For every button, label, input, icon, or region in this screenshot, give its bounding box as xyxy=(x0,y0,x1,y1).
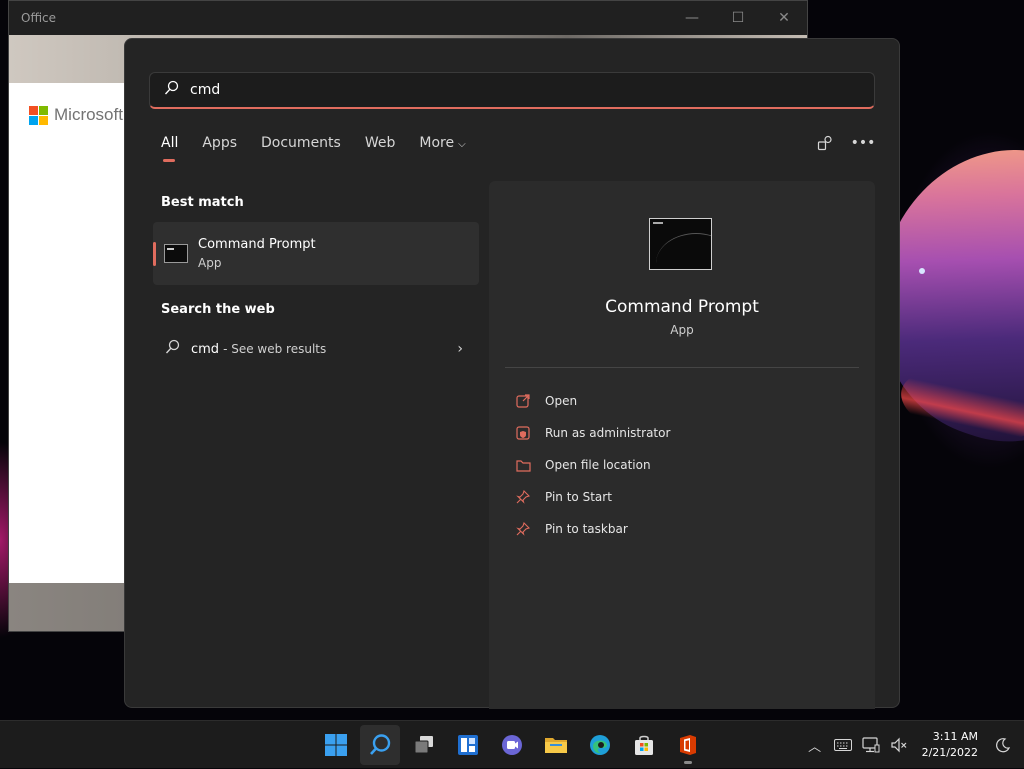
focus-assist-icon[interactable] xyxy=(992,734,1014,756)
tab-documents[interactable]: Documents xyxy=(261,135,341,151)
share-icon[interactable] xyxy=(817,135,833,151)
action-open[interactable]: Open xyxy=(515,385,670,417)
best-match-type: App xyxy=(198,256,222,270)
tab-all[interactable]: All xyxy=(161,135,178,162)
chevron-down-icon: ⌵ xyxy=(458,139,466,150)
folder-icon xyxy=(545,738,567,753)
action-pin-to-taskbar[interactable]: Pin to taskbar xyxy=(515,513,670,545)
store-button[interactable] xyxy=(624,725,664,765)
clock[interactable]: 3:11 AM 2/21/2022 xyxy=(922,729,978,761)
teams-chat-button[interactable] xyxy=(492,725,532,765)
minimize-icon[interactable]: — xyxy=(669,10,715,26)
network-icon[interactable] xyxy=(860,734,882,756)
open-icon xyxy=(515,393,531,409)
best-match-command-prompt[interactable]: Command Prompt App xyxy=(153,222,479,285)
microsoft-brand-text: Microsoft xyxy=(54,105,123,124)
action-pin-to-taskbar-label: Pin to taskbar xyxy=(545,522,628,536)
detail-pane: Command Prompt App Open Run as administr… xyxy=(489,181,875,709)
search-icon xyxy=(165,339,181,359)
tab-apps[interactable]: Apps xyxy=(202,135,237,151)
web-search-result[interactable]: cmd - See web results › xyxy=(153,329,479,369)
detail-app-name: Command Prompt xyxy=(605,297,759,317)
search-flyout: All Apps Documents Web More⌵ ••• Best ma… xyxy=(124,38,900,709)
search-input[interactable] xyxy=(190,82,874,98)
search-web-heading: Search the web xyxy=(161,302,275,317)
system-tray: ︿ 3:11 AM 2/21/2022 xyxy=(798,721,1024,769)
action-pin-to-start-label: Pin to Start xyxy=(545,490,612,504)
best-match-heading: Best match xyxy=(161,195,244,210)
action-open-file-location[interactable]: Open file location xyxy=(515,449,670,481)
detail-actions: Open Run as administrator Open file loca… xyxy=(515,385,670,545)
microsoft-logo: Microsoft xyxy=(29,105,123,125)
widgets-button[interactable] xyxy=(448,725,488,765)
office-icon xyxy=(680,735,696,755)
close-icon[interactable]: ✕ xyxy=(761,10,807,26)
clock-time: 3:11 AM xyxy=(932,730,978,743)
admin-shield-icon xyxy=(515,425,531,441)
search-tabs: All Apps Documents Web More ⌵ xyxy=(161,135,490,162)
task-view-button[interactable] xyxy=(404,725,444,765)
edge-button[interactable] xyxy=(580,725,620,765)
office-window-title: Office xyxy=(21,11,57,25)
file-explorer-button[interactable] xyxy=(536,725,576,765)
office-titlebar[interactable]: Office — ☐ ✕ xyxy=(9,1,807,35)
start-button[interactable] xyxy=(316,725,356,765)
tab-web[interactable]: Web xyxy=(365,135,396,151)
search-button[interactable] xyxy=(360,725,400,765)
edge-icon xyxy=(590,735,610,755)
action-open-file-location-label: Open file location xyxy=(545,458,651,472)
microsoft-logo-icon xyxy=(29,105,48,125)
search-icon xyxy=(164,80,180,100)
office-sidebar xyxy=(9,83,126,583)
divider xyxy=(505,367,859,368)
chat-icon xyxy=(502,735,522,755)
search-icon xyxy=(370,734,391,755)
search-top-icons: ••• xyxy=(817,135,876,151)
task-view-icon xyxy=(414,736,433,754)
maximize-icon[interactable]: ☐ xyxy=(715,10,761,26)
command-prompt-icon xyxy=(164,244,188,263)
volume-muted-icon[interactable] xyxy=(888,734,910,756)
folder-icon xyxy=(515,457,531,473)
windows-icon xyxy=(325,734,347,756)
action-run-as-admin[interactable]: Run as administrator xyxy=(515,417,670,449)
best-match-name: Command Prompt xyxy=(198,237,316,252)
action-open-label: Open xyxy=(545,394,578,408)
search-box[interactable] xyxy=(149,72,875,109)
pin-icon xyxy=(515,489,531,505)
chevron-up-icon[interactable]: ︿ xyxy=(804,734,826,756)
keyboard-icon[interactable] xyxy=(832,734,854,756)
web-query: cmd xyxy=(191,341,220,357)
store-icon xyxy=(635,735,653,755)
widgets-icon xyxy=(458,735,478,755)
chevron-right-icon[interactable]: › xyxy=(457,341,463,357)
command-prompt-preview-icon xyxy=(649,218,712,270)
web-results-suffix: - See web results xyxy=(223,342,327,356)
tab-more[interactable]: More ⌵ xyxy=(419,135,465,151)
tab-more-label: More xyxy=(419,135,455,151)
action-run-as-admin-label: Run as administrator xyxy=(545,426,671,440)
running-indicator xyxy=(684,761,692,764)
action-pin-to-start[interactable]: Pin to Start xyxy=(515,481,670,513)
detail-app-type: App xyxy=(670,323,694,337)
office-button[interactable] xyxy=(668,725,708,765)
pin-icon xyxy=(515,521,531,537)
more-options-icon[interactable]: ••• xyxy=(851,135,876,151)
clock-date: 2/21/2022 xyxy=(921,746,978,759)
wallpaper-highlight xyxy=(919,268,925,274)
taskbar: ︿ 3:11 AM 2/21/2022 xyxy=(0,720,1024,768)
